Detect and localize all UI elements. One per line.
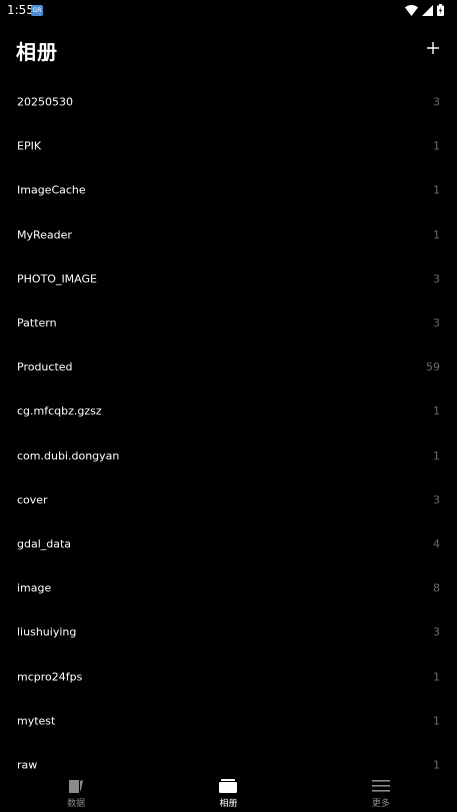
album-row[interactable]: image 8 <box>0 566 457 610</box>
album-name: com.dubi.dongyan <box>17 449 120 463</box>
album-row[interactable]: cg.mfcqbz.gzsz 1 <box>0 389 457 433</box>
album-row[interactable]: mcpro24fps 1 <box>0 654 457 698</box>
album-count: 3 <box>433 95 440 109</box>
album-count: 3 <box>433 316 440 330</box>
album-name: EPIK <box>17 139 42 153</box>
notification-app-icon: GR <box>31 5 43 16</box>
album-count: 8 <box>433 581 440 595</box>
album-name: raw <box>17 758 38 772</box>
nav-item-more[interactable]: 更多 <box>305 774 457 812</box>
album-name: Producted <box>17 360 73 374</box>
album-row[interactable]: com.dubi.dongyan 1 <box>0 434 457 478</box>
album-name: 20250530 <box>17 95 73 109</box>
album-name: liushuiying <box>17 625 77 639</box>
menu-icon <box>371 778 390 794</box>
screen: 1:55 GR 相册 20250530 3 EPIK 1 ImageCache 1 M… <box>0 0 457 812</box>
header: 相册 <box>0 28 457 68</box>
album-name: gdal_data <box>17 537 72 551</box>
wifi-icon <box>405 4 418 16</box>
page-title: 相册 <box>16 40 58 64</box>
album-row[interactable]: EPIK 1 <box>0 124 457 168</box>
album-count: 1 <box>433 404 440 418</box>
album-row[interactable]: Pattern 3 <box>0 301 457 345</box>
album-count: 1 <box>433 670 440 684</box>
album-row[interactable]: gdal_data 4 <box>0 522 457 566</box>
album-name: cover <box>17 493 48 507</box>
album-count: 1 <box>433 758 440 772</box>
album-name: mytest <box>17 714 56 728</box>
album-row[interactable]: cover 3 <box>0 478 457 522</box>
album-name: Pattern <box>17 316 57 330</box>
album-row[interactable]: MyReader 1 <box>0 213 457 257</box>
album-count: 1 <box>433 714 440 728</box>
album-list: 20250530 3 EPIK 1 ImageCache 1 MyReader 1 PH… <box>0 80 457 787</box>
album-count: 4 <box>433 537 440 551</box>
album-row[interactable]: mytest 1 <box>0 699 457 743</box>
album-row[interactable]: Producted 59 <box>0 345 457 389</box>
status-time: 1:55 <box>7 3 34 17</box>
album-name: mcpro24fps <box>17 670 83 684</box>
album-count: 3 <box>433 272 440 286</box>
album-name: PHOTO_IMAGE <box>17 272 97 286</box>
album-icon <box>219 778 238 794</box>
album-count: 1 <box>433 139 440 153</box>
album-name: MyReader <box>17 228 72 242</box>
nav-item-data[interactable]: 数据 <box>0 774 152 812</box>
album-count: 1 <box>433 449 440 463</box>
album-row[interactable]: PHOTO_IMAGE 3 <box>0 257 457 301</box>
status-icons <box>405 4 444 16</box>
bottom-nav: 数据 相册 更多 <box>0 774 457 812</box>
nav-item-album[interactable]: 相册 <box>152 774 304 812</box>
signal-icon <box>422 4 433 16</box>
album-name: ImageCache <box>17 183 86 197</box>
battery-icon <box>437 4 444 16</box>
album-name: cg.mfcqbz.gzsz <box>17 404 102 418</box>
status-bar: 1:55 GR <box>0 0 457 22</box>
album-count: 1 <box>433 183 440 197</box>
add-album-button[interactable] <box>425 40 441 56</box>
notebook-icon <box>67 778 85 794</box>
plus-icon <box>425 40 441 56</box>
album-count: 59 <box>426 360 440 374</box>
album-count: 3 <box>433 493 440 507</box>
nav-label: 更多 <box>371 799 390 809</box>
album-count: 1 <box>433 228 440 242</box>
album-count: 3 <box>433 625 440 639</box>
nav-label: 数据 <box>67 799 86 809</box>
nav-label: 相册 <box>219 799 238 809</box>
album-row[interactable]: liushuiying 3 <box>0 610 457 654</box>
album-name: image <box>17 581 52 595</box>
album-row[interactable]: ImageCache 1 <box>0 168 457 212</box>
album-row[interactable]: 20250530 3 <box>0 80 457 124</box>
